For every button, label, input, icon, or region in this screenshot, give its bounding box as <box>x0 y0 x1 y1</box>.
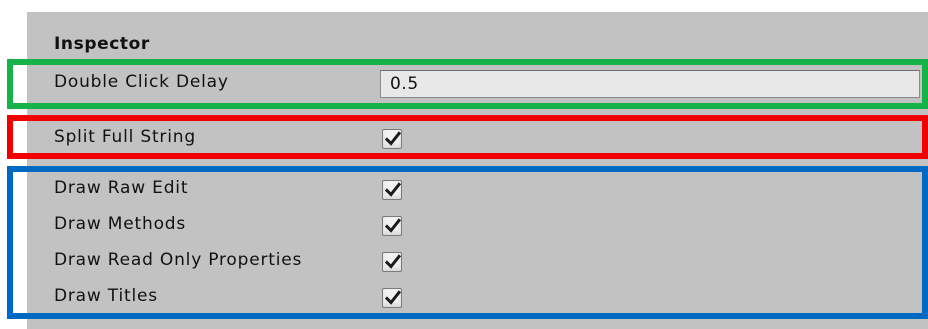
highlight-frame-blue <box>7 166 928 319</box>
highlight-frame-green <box>7 59 928 109</box>
screenshot-stage: Inspector Double Click Delay 0.5 Split F… <box>0 0 928 329</box>
highlight-frame-red <box>7 115 928 159</box>
inspector-title: Inspector <box>54 34 150 54</box>
